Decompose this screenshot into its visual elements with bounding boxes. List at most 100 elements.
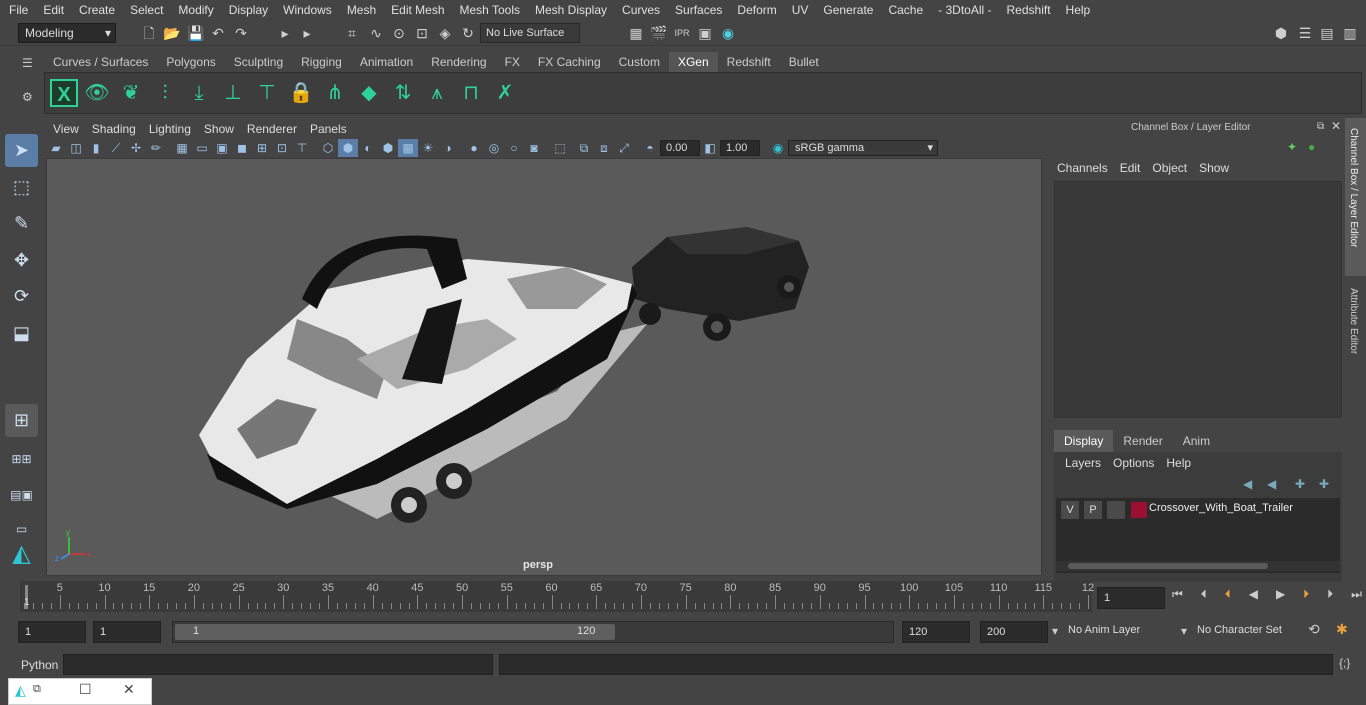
layer-menu-item-layers[interactable]: Layers: [1065, 456, 1113, 470]
soft-select-icon[interactable]: ⊞: [5, 404, 38, 437]
resolution-gate-icon[interactable]: ▣: [212, 139, 232, 157]
go-to-start-icon[interactable]: ⏮: [1172, 587, 1183, 607]
new-layer-icon[interactable]: ✚: [1295, 477, 1305, 491]
select-hierarchy-icon[interactable]: ▸: [276, 24, 294, 42]
shelf-tab-polygons[interactable]: Polygons: [157, 52, 224, 72]
move-tool-icon[interactable]: ✥: [5, 244, 38, 277]
layout-panes-icon[interactable]: ▤▣: [5, 479, 38, 512]
pan-zoom-icon[interactable]: ✢: [126, 139, 146, 157]
menu-item-surfaces[interactable]: Surfaces: [666, 3, 728, 17]
xgen-delete-icon[interactable]: ✗: [491, 79, 519, 107]
menu-item-edit-mesh[interactable]: Edit Mesh: [382, 3, 450, 17]
exposure-field[interactable]: 0.00: [660, 140, 700, 156]
isolate-select-icon[interactable]: ⬚: [550, 139, 570, 157]
animation-end-field[interactable]: 200: [980, 621, 1048, 643]
layout-single-icon[interactable]: ⊞⊞: [5, 443, 38, 476]
menu-item-mesh-display[interactable]: Mesh Display: [526, 3, 613, 17]
ambient-occlusion-icon[interactable]: ●: [464, 139, 484, 157]
layer-tab-display[interactable]: Display: [1054, 430, 1114, 452]
menu-item-uv[interactable]: UV: [783, 3, 815, 17]
grease-pencil-icon[interactable]: ✏: [146, 139, 166, 157]
safe-action-icon[interactable]: ⊡: [272, 139, 292, 157]
play-backward-icon[interactable]: ◀: [1249, 587, 1258, 607]
shelf-menu-icon[interactable]: ☰: [22, 56, 33, 70]
image-plane-icon[interactable]: ⟋: [106, 139, 126, 157]
open-scene-icon[interactable]: 📂: [163, 24, 181, 42]
use-all-lights-icon[interactable]: ☀: [418, 139, 438, 157]
xgen-cut-icon[interactable]: ⊓: [457, 79, 485, 107]
new-scene-icon[interactable]: 🗋: [140, 24, 158, 42]
maximize-icon[interactable]: ☐: [79, 681, 92, 698]
bookmark-icon[interactable]: ▮: [86, 139, 106, 157]
wireframe-icon[interactable]: ⬡: [318, 139, 338, 157]
shelf-tab-animation[interactable]: Animation: [351, 52, 422, 72]
shelf-tab-sculpting[interactable]: Sculpting: [225, 52, 292, 72]
close-icon[interactable]: ✕: [1331, 119, 1341, 133]
shelf-tab-fx-caching[interactable]: FX Caching: [529, 52, 610, 72]
layer-menu-item-options[interactable]: Options: [1113, 456, 1166, 470]
field-chart-icon[interactable]: ⊞: [252, 139, 272, 157]
script-editor-icon[interactable]: {;}: [1339, 656, 1350, 670]
close-icon[interactable]: ✕: [123, 681, 135, 698]
move-layer-down-icon[interactable]: ◀: [1267, 477, 1276, 491]
xgen-preview-eye-icon[interactable]: 👁: [83, 79, 111, 107]
time-slider[interactable]: 1 5 10 15 20 25 30 35 40 45 50 55 60 65 70 75 80 85 90 95 1…: [20, 581, 1094, 612]
paint-select-icon[interactable]: ✎: [5, 207, 38, 240]
layer-visibility-toggle[interactable]: V: [1061, 501, 1079, 519]
tab-attribute-editor[interactable]: Attribute Editor: [1345, 280, 1366, 380]
menu-item-select[interactable]: Select: [121, 3, 169, 17]
save-scene-icon[interactable]: 💾: [187, 24, 205, 42]
menu-item-mesh[interactable]: Mesh: [338, 3, 382, 17]
snap-live-icon[interactable]: ↻: [459, 24, 477, 42]
menu-item-cache[interactable]: Cache: [879, 3, 929, 17]
start-frame-field[interactable]: 1: [18, 621, 86, 643]
move-layer-up-icon[interactable]: ◀: [1243, 477, 1252, 491]
exposure-icon[interactable]: ◓: [640, 139, 660, 157]
tab-channel-box[interactable]: Channel Box / Layer Editor: [1345, 118, 1366, 276]
film-gate-icon[interactable]: ▭: [192, 139, 212, 157]
play-forward-icon[interactable]: ▶: [1276, 587, 1285, 607]
shelf-tab-xgen[interactable]: XGen: [668, 52, 718, 72]
shelf-tab-bullet[interactable]: Bullet: [780, 52, 828, 72]
scale-tool-icon[interactable]: ⬓: [5, 317, 38, 350]
viewport-menu-item-renderer[interactable]: Renderer: [240, 122, 303, 136]
depth-of-field-icon[interactable]: ◙: [524, 139, 544, 157]
snap-surface-icon[interactable]: ◈: [436, 24, 454, 42]
shelf-settings-icon[interactable]: ⚙: [22, 90, 33, 104]
channel-menu-item-edit[interactable]: Edit: [1120, 161, 1153, 175]
viewport-menu-item-panels[interactable]: Panels: [303, 122, 353, 136]
auto-key-icon[interactable]: ⟲: [1308, 621, 1320, 638]
chevron-down-icon[interactable]: ▾: [1181, 624, 1187, 638]
xgen-x-icon[interactable]: X: [50, 79, 78, 107]
menu-item-curves[interactable]: Curves: [613, 3, 666, 17]
persp-viewport[interactable]: x y z persp: [46, 158, 1042, 576]
grid-toggle-icon[interactable]: ▦: [172, 139, 192, 157]
ipr-render-icon[interactable]: IPR: [673, 24, 691, 42]
character-set-dropdown[interactable]: No Character Set: [1197, 624, 1303, 636]
step-forward-key-icon[interactable]: ⏵: [1303, 587, 1309, 607]
viewport-menu-item-shading[interactable]: Shading: [85, 122, 142, 136]
default-material-icon[interactable]: ⬢: [378, 139, 398, 157]
menu-item-help[interactable]: Help: [1057, 3, 1097, 17]
shadows-icon[interactable]: ◑: [438, 139, 458, 157]
channel-menu-item-object[interactable]: Object: [1152, 161, 1199, 175]
xgen-lock-icon[interactable]: 🔒: [287, 79, 315, 107]
xgen-view-guide-icon[interactable]: ⊤: [253, 79, 281, 107]
viewport-menu-item-view[interactable]: View: [46, 122, 85, 136]
go-to-end-icon[interactable]: ⏭: [1351, 587, 1362, 607]
current-frame-field[interactable]: 1: [1097, 587, 1165, 609]
float-window-icon[interactable]: ⧉: [1317, 121, 1324, 132]
mode-dropdown[interactable]: Modeling ▾: [18, 23, 116, 43]
shelf-tab-redshift[interactable]: Redshift: [718, 52, 780, 72]
hypershade-icon[interactable]: ◉: [719, 24, 737, 42]
step-back-key-icon[interactable]: ⏴: [1225, 587, 1231, 607]
playback-end-field[interactable]: 120: [902, 621, 970, 643]
xray-joints-icon[interactable]: ⧈: [594, 139, 614, 157]
restore-icon[interactable]: ⧉: [33, 683, 41, 696]
safe-title-icon[interactable]: ⊤: [292, 139, 312, 157]
viewport-menu-item-show[interactable]: Show: [197, 122, 240, 136]
step-back-icon[interactable]: ⏴: [1201, 587, 1207, 607]
gamma-icon[interactable]: ◧: [700, 139, 720, 157]
menu-item-windows[interactable]: Windows: [274, 3, 338, 17]
menu-item-edit[interactable]: Edit: [34, 3, 70, 17]
